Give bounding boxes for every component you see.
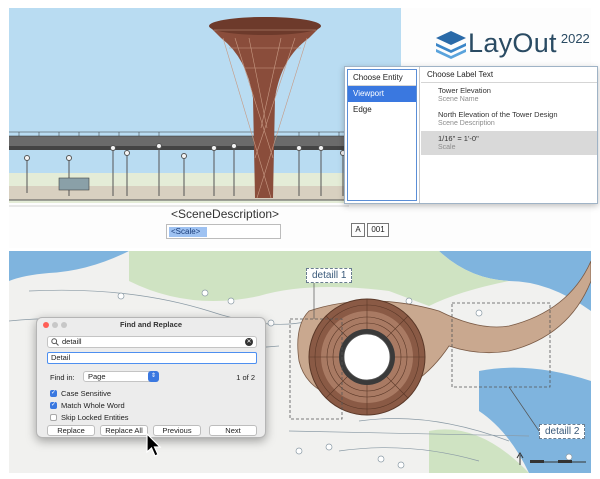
label-option-scene-description[interactable]: North Elevation of the Tower Design Scen… bbox=[421, 107, 597, 131]
detail-label-1[interactable]: detaill 1 bbox=[306, 268, 353, 283]
next-button[interactable]: Next bbox=[209, 425, 257, 436]
checkmark-icon: ✓ bbox=[50, 402, 57, 409]
find-in-label: Find in: bbox=[50, 373, 75, 382]
replace-input-value: Detail bbox=[51, 353, 71, 362]
case-sensitive-checkbox[interactable]: ✓ Case Sensitive bbox=[50, 389, 111, 398]
brand-year: 2022 bbox=[560, 31, 590, 46]
label-text-popup: Choose Entity Viewport Edge Choose Label… bbox=[344, 66, 598, 204]
page-letter-box[interactable]: A bbox=[351, 223, 365, 237]
find-replace-dialog: Find and Replace detaill ✕ Detail Find i… bbox=[36, 317, 266, 438]
label-option-scene-name[interactable]: Tower Elevation Scene Name bbox=[421, 83, 597, 107]
checkmark-icon: ✓ bbox=[50, 390, 57, 397]
case-sensitive-label: Case Sensitive bbox=[61, 389, 112, 398]
page-number-box[interactable]: 001 bbox=[367, 223, 389, 237]
empty-checkbox-icon bbox=[50, 414, 57, 421]
search-icon bbox=[51, 338, 59, 346]
skip-locked-entities-checkbox[interactable]: Skip Locked Entities bbox=[50, 413, 129, 422]
find-input[interactable]: detaill ✕ bbox=[47, 336, 257, 348]
brand-name: LayOut bbox=[468, 28, 557, 58]
option-value: North Elevation of the Tower Design bbox=[438, 110, 558, 119]
replace-input[interactable]: Detail bbox=[47, 352, 257, 364]
option-kind: Scale bbox=[438, 144, 456, 151]
scale-label-field[interactable]: <Scale> bbox=[166, 224, 281, 239]
option-kind: Scene Description bbox=[438, 120, 495, 127]
entity-list-focus-ring: Choose Entity Viewport Edge bbox=[347, 69, 417, 201]
mouse-pointer-icon bbox=[146, 433, 162, 457]
option-value: Tower Elevation bbox=[438, 86, 491, 95]
dialog-title: Find and Replace bbox=[119, 320, 183, 329]
close-window-button[interactable] bbox=[43, 322, 49, 328]
match-whole-word-label: Match Whole Word bbox=[61, 401, 125, 410]
replace-button[interactable]: Replace bbox=[47, 425, 95, 436]
find-in-value: Page bbox=[88, 372, 106, 381]
scale-tag-selection: <Scale> bbox=[169, 227, 207, 237]
match-whole-word-checkbox[interactable]: ✓ Match Whole Word bbox=[50, 401, 125, 410]
dialog-titlebar[interactable]: Find and Replace bbox=[37, 318, 265, 332]
match-count: 1 of 2 bbox=[236, 373, 255, 382]
find-input-value: detaill bbox=[62, 337, 82, 346]
chevron-updown-icon: ⇕ bbox=[148, 371, 159, 382]
replace-all-button[interactable]: Replace All bbox=[100, 425, 148, 436]
find-in-select[interactable]: Page ⇕ bbox=[83, 371, 159, 382]
entity-item-viewport[interactable]: Viewport bbox=[348, 86, 416, 102]
skip-locked-entities-label: Skip Locked Entities bbox=[61, 413, 129, 422]
entity-item-edge[interactable]: Edge bbox=[348, 102, 416, 118]
option-kind: Scene Name bbox=[438, 96, 479, 103]
detail-label-2[interactable]: detaill 2 bbox=[539, 424, 586, 439]
label-text-header: Choose Label Text bbox=[421, 67, 597, 83]
entity-list-header: Choose Entity bbox=[348, 70, 416, 86]
scene-description-label[interactable]: <SceneDescription> bbox=[171, 207, 279, 221]
layout-stack-logo-icon bbox=[436, 30, 466, 59]
entity-list: Choose Entity Viewport Edge bbox=[345, 67, 420, 203]
option-value: 1/16" = 1'-0" bbox=[438, 134, 479, 143]
north-arrow-scale-bar-icon bbox=[516, 452, 586, 465]
layout-brand: LayOut 2022 bbox=[434, 28, 590, 59]
label-text-list: Choose Label Text Tower Elevation Scene … bbox=[421, 67, 597, 203]
clear-search-icon[interactable]: ✕ bbox=[245, 338, 253, 346]
label-option-scale[interactable]: 1/16" = 1'-0" Scale bbox=[421, 131, 597, 155]
minimize-window-button[interactable] bbox=[52, 322, 58, 328]
zoom-window-button[interactable] bbox=[61, 322, 67, 328]
